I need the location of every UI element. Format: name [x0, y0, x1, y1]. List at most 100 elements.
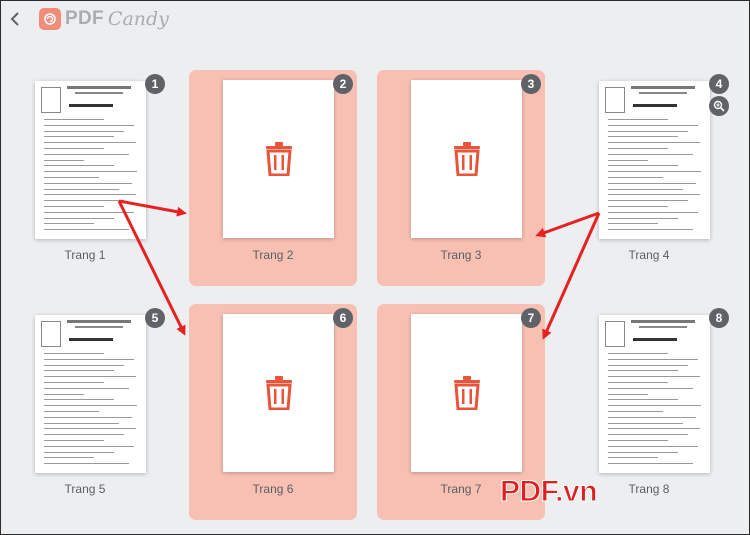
- thumbnail-decoration: [75, 326, 123, 328]
- thumbnail-text-line: [44, 364, 124, 366]
- thumbnail-text-line: [44, 153, 129, 155]
- thumbnail-text-line: [44, 200, 124, 202]
- page-thumbnail-blank[interactable]: [411, 80, 522, 238]
- thumbnail-text-line: [44, 416, 132, 418]
- logo-candy-text: Candy: [107, 8, 169, 30]
- thumbnail-text-line: [608, 445, 698, 447]
- thumbnail-text-line: [44, 393, 84, 395]
- thumbnail-text-line: [44, 136, 114, 138]
- page-thumbnail[interactable]: [599, 315, 710, 473]
- thumbnail-text-line: [608, 148, 668, 149]
- thumbnail-text-line: [608, 457, 658, 459]
- thumbnail-text-line: [608, 353, 668, 354]
- thumbnail-text-line: [44, 119, 104, 120]
- thumbnail-text-line: [608, 411, 663, 412]
- thumbnail-text-line: [44, 387, 129, 389]
- thumbnail-text-line: [44, 177, 99, 178]
- thumbnail-text-line: [608, 387, 693, 389]
- page-card-6[interactable]: 6 Trang 6: [189, 304, 357, 520]
- thumbnail-text-line: [608, 405, 701, 407]
- thumbnail-text-line: [608, 177, 663, 178]
- page-label: Trang 6: [252, 482, 294, 496]
- thumbnail-text-line: [608, 463, 693, 465]
- thumbnail-decoration: [639, 92, 687, 94]
- thumbnail-text-line: [608, 223, 658, 225]
- thumbnail-decoration: [41, 321, 61, 347]
- page-label: Trang 1: [64, 248, 106, 262]
- thumbnail-text-line: [608, 358, 698, 360]
- thumbnail-text-line: [608, 376, 700, 378]
- thumbnail-text-line: [44, 211, 134, 213]
- thumbnail-decoration: [605, 321, 625, 347]
- thumbnail-text-line: [44, 411, 99, 412]
- page-label: Trang 5: [64, 482, 106, 496]
- page-thumbnail-blank[interactable]: [411, 314, 522, 472]
- trash-icon[interactable]: [452, 142, 482, 176]
- thumbnail-text-line: [44, 376, 136, 378]
- thumbnail-decoration: [605, 87, 625, 113]
- thumbnail-text-line: [44, 440, 104, 441]
- page-number-badge: 4: [709, 74, 729, 94]
- thumbnail-text-line: [44, 148, 104, 149]
- page-thumbnail-blank[interactable]: [223, 314, 334, 472]
- thumbnail-text-line: [608, 211, 698, 213]
- page-card-4[interactable]: 4 Trang 4: [565, 70, 733, 286]
- page-thumbnail[interactable]: [599, 81, 710, 239]
- candy-logo-icon: [39, 8, 61, 30]
- trash-icon[interactable]: [264, 376, 294, 410]
- thumbnail-text-line: [44, 206, 104, 207]
- thumbnail-text-line: [44, 142, 136, 144]
- thumbnail-text-line: [44, 229, 129, 231]
- thumbnail-text-line: [44, 457, 94, 459]
- thumbnail-decoration: [67, 320, 131, 323]
- thumbnail-decoration: [67, 86, 131, 89]
- thumbnail-text-line: [44, 463, 129, 465]
- thumbnail-text-line: [608, 422, 683, 424]
- logo-pdf-text: PDF: [65, 8, 104, 29]
- page-number-badge: 5: [145, 308, 165, 328]
- thumbnail-text-line: [608, 142, 700, 144]
- thumbnail-text-line: [44, 217, 114, 219]
- page-number-badge: 8: [709, 308, 729, 328]
- thumbnail-text-line: [608, 399, 678, 401]
- page-card-2[interactable]: 2 Trang 2: [189, 70, 357, 286]
- thumbnail-decoration: [69, 338, 113, 341]
- thumbnail-text-line: [608, 159, 648, 161]
- page-card-5[interactable]: 5 Trang 5: [1, 304, 169, 520]
- thumbnail-text-line: [608, 229, 693, 231]
- thumbnail-decoration: [41, 87, 61, 113]
- thumbnail-text-line: [44, 434, 124, 436]
- page-thumbnail[interactable]: [35, 81, 146, 239]
- thumbnail-text-line: [44, 428, 136, 430]
- page-thumbnail[interactable]: [35, 315, 146, 473]
- thumbnail-text-line: [608, 393, 648, 395]
- thumbnail-text-line: [608, 428, 700, 430]
- top-bar: PDF Candy: [1, 1, 749, 37]
- thumbnail-text-line: [44, 223, 94, 225]
- thumbnail-text-line: [44, 451, 114, 453]
- thumbnail-text-line: [608, 200, 688, 202]
- thumbnail-text-line: [44, 422, 119, 424]
- thumbnail-text-line: [44, 445, 134, 447]
- thumbnail-text-line: [44, 188, 119, 190]
- page-number-badge: 6: [333, 308, 353, 328]
- page-label: Trang 3: [440, 248, 482, 262]
- thumbnail-text-line: [44, 353, 104, 354]
- thumbnail-text-line: [608, 136, 678, 138]
- watermark: PDF.vn: [499, 475, 598, 509]
- page-number-badge: 7: [521, 308, 541, 328]
- thumbnail-decoration: [69, 104, 113, 107]
- thumbnail-text-line: [44, 130, 124, 132]
- thumbnail-text-line: [608, 153, 693, 155]
- page-card-1[interactable]: 1 Trang 1: [1, 70, 169, 286]
- trash-icon[interactable]: [452, 376, 482, 410]
- page-thumbnail-blank[interactable]: [223, 80, 334, 238]
- back-button[interactable]: [7, 10, 23, 28]
- trash-icon[interactable]: [264, 142, 294, 176]
- page-card-3[interactable]: 3 Trang 3: [377, 70, 545, 286]
- zoom-in-button[interactable]: [709, 96, 729, 116]
- thumbnail-text-line: [608, 440, 668, 441]
- thumbnail-text-line: [44, 171, 137, 173]
- thumbnail-text-line: [44, 358, 134, 360]
- thumbnail-text-line: [608, 165, 678, 167]
